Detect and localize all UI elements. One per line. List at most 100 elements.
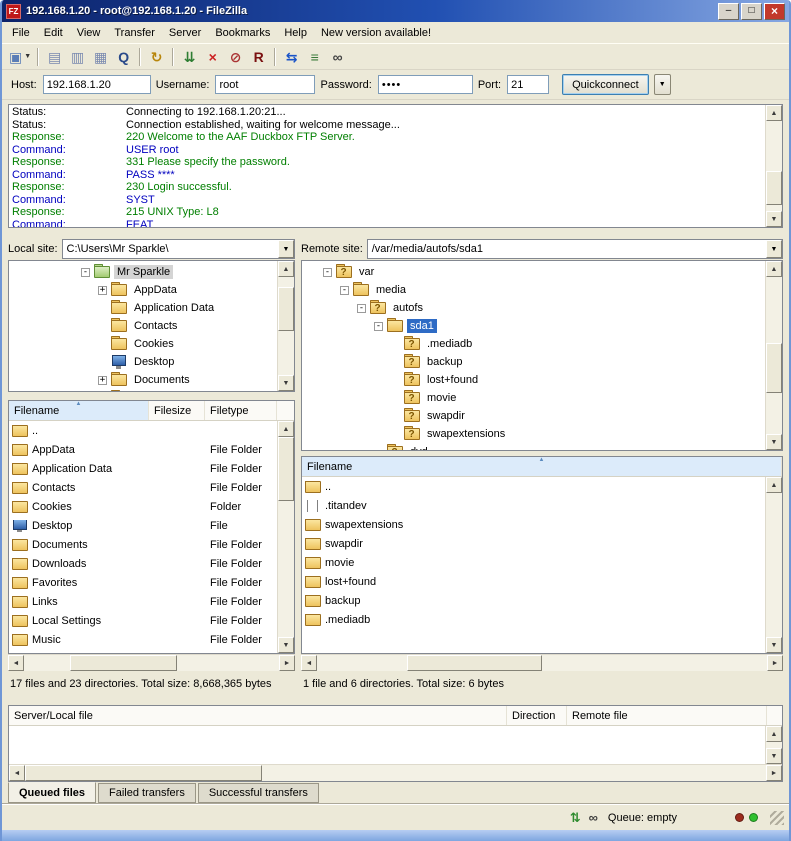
main-queue-splitter[interactable] [2, 697, 789, 705]
file-row-appdata[interactable]: AppDataFile Folder [9, 440, 277, 459]
menu-transfer[interactable]: Transfer [107, 25, 162, 41]
local-site-dropdown-button[interactable]: ▼ [278, 240, 294, 258]
file-row-[interactable]: .. [9, 421, 277, 440]
tab-successful-transfers[interactable]: Successful transfers [198, 783, 319, 803]
tree-item-downloads[interactable]: +Downloads [9, 389, 277, 391]
menu-edit[interactable]: Edit [37, 25, 70, 41]
tree-item-movie[interactable]: ?movie [302, 389, 765, 407]
tree-item-swapextensions[interactable]: ?swapextensions [302, 425, 765, 443]
refresh-button[interactable]: ↻ [145, 46, 168, 68]
speed-limits-icon[interactable]: ⇅ [570, 810, 581, 826]
file-row-contacts[interactable]: ContactsFile Folder [9, 478, 277, 497]
local-tree-list-splitter[interactable] [8, 392, 295, 400]
scroll-thumb[interactable] [278, 437, 294, 501]
file-row-documents[interactable]: DocumentsFile Folder [9, 535, 277, 554]
tree-item-contacts[interactable]: Contacts [9, 317, 277, 335]
synchronized-browsing-button[interactable]: ≡ [303, 46, 326, 68]
tree-item-lost-found[interactable]: ?lost+found [302, 371, 765, 389]
remote-tree-vscrollbar[interactable] [765, 261, 782, 450]
reconnect-button[interactable]: R [247, 46, 270, 68]
tree-item-dvd[interactable]: ?dvd [302, 443, 765, 450]
local-list-vscrollbar[interactable] [277, 421, 294, 653]
file-row-downloads[interactable]: DownloadsFile Folder [9, 554, 277, 573]
file-row-mediadb[interactable]: .mediadb [302, 610, 765, 629]
menu-bookmarks[interactable]: Bookmarks [208, 25, 277, 41]
column-header-filename[interactable]: Filename [302, 457, 782, 476]
file-row-swapextensions[interactable]: swapextensions [302, 515, 765, 534]
tree-expander[interactable]: - [81, 268, 90, 277]
password-input[interactable] [378, 75, 473, 94]
tree-item-desktop[interactable]: Desktop [9, 353, 277, 371]
scroll-left-button[interactable] [8, 655, 24, 671]
tree-item-autofs[interactable]: -?autofs [302, 299, 765, 317]
tree-item-sda1[interactable]: -sda1 [302, 317, 765, 335]
minimize-button[interactable]: – [718, 3, 739, 20]
scroll-track[interactable] [25, 765, 766, 781]
scroll-thumb[interactable] [407, 655, 542, 671]
tree-expander[interactable]: + [98, 286, 107, 295]
menu-view[interactable]: View [70, 25, 108, 41]
tree-item-documents[interactable]: +Documents [9, 371, 277, 389]
scroll-thumb[interactable] [70, 655, 177, 671]
file-row-swapdir[interactable]: swapdir [302, 534, 765, 553]
local-list-hscrollbar[interactable] [8, 654, 295, 671]
tab-failed-transfers[interactable]: Failed transfers [98, 783, 196, 803]
file-row-lost-found[interactable]: lost+found [302, 572, 765, 591]
log-main-splitter[interactable] [2, 230, 789, 238]
scroll-track[interactable] [278, 277, 294, 375]
scroll-left-button[interactable] [301, 655, 317, 671]
column-header-filetype[interactable]: Filetype [205, 401, 277, 420]
file-row-favorites[interactable]: FavoritesFile Folder [9, 573, 277, 592]
column-header-filename[interactable]: Filename [9, 401, 149, 420]
scroll-down-button[interactable] [278, 375, 294, 391]
log-vscrollbar[interactable] [765, 105, 782, 227]
tree-item-backup[interactable]: ?backup [302, 353, 765, 371]
tree-expander[interactable]: - [357, 304, 366, 313]
tree-expander[interactable]: + [98, 376, 107, 385]
remote-list-vscrollbar[interactable] [765, 477, 782, 653]
chevron-down-icon[interactable]: ▼ [24, 53, 31, 60]
menu-help[interactable]: Help [277, 25, 314, 41]
directory-comparison-button[interactable]: ⇆ [280, 46, 303, 68]
menu-server[interactable]: Server [162, 25, 208, 41]
tree-expander[interactable]: - [374, 322, 383, 331]
find-files-button[interactable]: ∞ [326, 46, 349, 68]
quickconnect-dropdown-button[interactable]: ▼ [654, 74, 671, 95]
tree-expander[interactable]: - [323, 268, 332, 277]
host-input[interactable] [43, 75, 151, 94]
column-header-direction[interactable]: Direction [507, 706, 567, 725]
scroll-up-button[interactable] [766, 105, 782, 121]
scroll-track[interactable] [766, 277, 782, 434]
file-row-backup[interactable]: backup [302, 591, 765, 610]
file-row-[interactable]: .. [302, 477, 765, 496]
file-row-music[interactable]: MusicFile Folder [9, 630, 277, 649]
scroll-down-button[interactable] [766, 637, 782, 653]
tree-item-cookies[interactable]: Cookies [9, 335, 277, 353]
scroll-track[interactable] [24, 655, 279, 671]
scroll-right-button[interactable] [767, 655, 783, 671]
port-input[interactable] [507, 75, 549, 94]
resize-grip[interactable] [770, 811, 784, 825]
quickconnect-button[interactable]: Quickconnect [562, 74, 649, 95]
scroll-track[interactable] [317, 655, 767, 671]
scroll-track[interactable] [766, 121, 782, 211]
tree-item-mr-sparkle[interactable]: -Mr Sparkle [9, 263, 277, 281]
scroll-up-button[interactable] [766, 261, 782, 277]
scroll-up-button[interactable] [278, 421, 294, 437]
scroll-up-button[interactable] [766, 477, 782, 493]
scroll-track[interactable] [278, 437, 294, 637]
toggle-message-log-button[interactable]: ▤ [43, 46, 66, 68]
file-row-local-settings[interactable]: Local SettingsFile Folder [9, 611, 277, 630]
queue-hscrollbar[interactable] [9, 764, 782, 781]
scroll-up-button[interactable] [278, 261, 294, 277]
directory-filters-icon[interactable]: ∞ [589, 810, 598, 825]
local-site-combo[interactable]: C:\Users\Mr Sparkle\ ▼ [62, 239, 295, 259]
scroll-down-button[interactable] [766, 434, 782, 450]
cancel-button[interactable]: × [201, 46, 224, 68]
file-row-titandev[interactable]: .titandev [302, 496, 765, 515]
tree-item-media[interactable]: -media [302, 281, 765, 299]
column-header-server-local-file[interactable]: Server/Local file [9, 706, 507, 725]
tree-item-swapdir[interactable]: ?swapdir [302, 407, 765, 425]
scroll-track[interactable] [766, 742, 782, 748]
tree-item-application-data[interactable]: Application Data [9, 299, 277, 317]
